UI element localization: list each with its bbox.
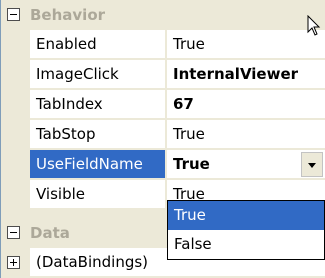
- property-name[interactable]: UseFieldName: [30, 150, 166, 179]
- collapse-icon[interactable]: [7, 8, 20, 21]
- property-row-usefieldname[interactable]: UseFieldName True: [0, 150, 325, 180]
- property-name[interactable]: TabIndex: [30, 90, 166, 119]
- mouse-pointer-icon: [307, 15, 321, 36]
- property-row-tabindex[interactable]: TabIndex 67: [0, 90, 325, 120]
- dropdown-option-true[interactable]: True: [168, 201, 324, 230]
- chevron-down-icon: [308, 163, 316, 168]
- value-dropdown-list[interactable]: True False: [167, 200, 325, 260]
- category-label: Data: [30, 224, 70, 242]
- collapse-icon[interactable]: [7, 226, 20, 239]
- property-row-tabstop[interactable]: TabStop True: [0, 120, 325, 150]
- dropdown-button[interactable]: [301, 152, 323, 177]
- expand-icon[interactable]: [7, 256, 20, 269]
- property-row-imageclick[interactable]: ImageClick InternalViewer: [0, 60, 325, 90]
- property-value[interactable]: 67: [167, 90, 325, 119]
- property-name[interactable]: Enabled: [30, 30, 166, 59]
- property-name[interactable]: ImageClick: [30, 60, 166, 89]
- category-behavior[interactable]: Behavior: [0, 0, 325, 30]
- property-name[interactable]: Visible: [30, 180, 166, 209]
- property-value[interactable]: True: [167, 120, 325, 149]
- category-label: Behavior: [30, 6, 106, 24]
- property-value[interactable]: InternalViewer: [167, 60, 325, 89]
- property-name[interactable]: TabStop: [30, 120, 166, 149]
- property-row-enabled[interactable]: Enabled True: [0, 30, 325, 60]
- property-value[interactable]: True: [167, 30, 325, 59]
- dropdown-option-false[interactable]: False: [168, 230, 324, 259]
- property-grid: Behavior Enabled True ImageClick Interna…: [0, 0, 325, 278]
